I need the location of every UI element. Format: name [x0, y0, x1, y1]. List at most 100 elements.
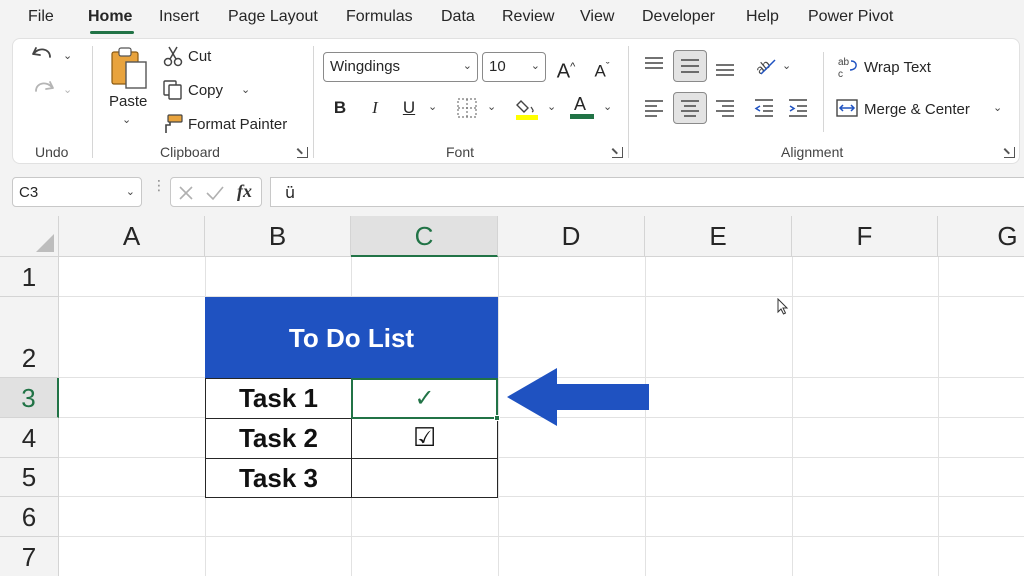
row-number: 7 [21, 542, 37, 572]
cell-c4[interactable]: ☑ [351, 418, 498, 459]
row-number: 6 [21, 502, 37, 532]
column-header-a[interactable]: A [59, 216, 205, 257]
column-header-g[interactable]: G [938, 216, 1024, 257]
tab-insert[interactable]: Insert [159, 8, 199, 26]
alignment-group-label: Alignment [781, 144, 844, 160]
cell-b4[interactable]: Task 2 [205, 418, 352, 459]
underline-dropdown-icon[interactable]: ⌄ [428, 100, 437, 113]
cell-b5[interactable]: Task 3 [205, 458, 352, 498]
cell-c3[interactable]: ✓ [351, 378, 498, 419]
decrease-font-size-button[interactable]: Aˇ [587, 52, 617, 82]
cell-c5[interactable] [351, 458, 498, 498]
orientation-icon[interactable]: ab [753, 54, 777, 78]
fill-handle[interactable] [494, 415, 500, 421]
enter-icon[interactable] [205, 184, 225, 202]
row-header-3[interactable]: 3 [0, 378, 59, 418]
paste-button-label[interactable]: Paste [109, 93, 147, 110]
cut-button-label[interactable]: Cut [188, 48, 211, 65]
increase-indent-icon[interactable] [787, 97, 809, 119]
align-bottom-icon[interactable] [714, 58, 736, 78]
row-header-4[interactable]: 4 [0, 418, 59, 458]
chevron-down-icon: ⌄ [125, 186, 135, 198]
tab-review[interactable]: Review [502, 8, 554, 26]
merge-center-icon[interactable] [836, 98, 858, 118]
font-size-value: 10 [489, 58, 506, 75]
underline-button[interactable]: U [394, 93, 424, 123]
tab-home[interactable]: Home [88, 8, 132, 26]
tab-help[interactable]: Help [746, 8, 779, 26]
row-header-2[interactable]: 2 [0, 297, 59, 378]
copy-icon[interactable] [162, 79, 184, 101]
merge-center-button[interactable]: Merge & Center [864, 101, 970, 118]
fill-color-dropdown-icon[interactable]: ⌄ [547, 100, 556, 113]
insert-function-icon[interactable]: fx [237, 181, 252, 202]
borders-icon[interactable] [456, 97, 478, 119]
copy-dropdown-icon[interactable]: ⌄ [241, 83, 250, 96]
chevron-down-icon: ⌄ [462, 60, 472, 72]
font-name-combo[interactable]: Wingdings ⌄ [323, 52, 478, 82]
column-header-e[interactable]: E [645, 216, 792, 257]
wrap-text-button[interactable]: Wrap Text [864, 59, 931, 76]
column-header-b[interactable]: B [205, 216, 351, 257]
align-middle-button[interactable] [673, 50, 707, 82]
tab-view[interactable]: View [580, 8, 614, 26]
formula-bar-grip-icon[interactable]: ⋮ [152, 178, 166, 192]
fill-color-icon[interactable] [515, 95, 539, 121]
menu-bar: File Home Insert Page Layout Formulas Da… [0, 0, 1024, 36]
name-box[interactable]: C3 ⌄ [12, 177, 142, 207]
italic-button[interactable]: I [360, 93, 390, 123]
align-right-icon[interactable] [714, 97, 736, 119]
align-left-icon[interactable] [643, 97, 665, 119]
alignment-launcher-icon[interactable] [1004, 147, 1015, 158]
font-color-icon[interactable]: A [570, 93, 594, 121]
paste-icon[interactable] [108, 44, 150, 90]
row-header-6[interactable]: 6 [0, 497, 59, 537]
tab-formulas[interactable]: Formulas [346, 8, 413, 26]
cut-icon[interactable] [163, 45, 183, 67]
merge-center-dropdown-icon[interactable]: ⌄ [993, 101, 1002, 114]
tab-power-pivot[interactable]: Power Pivot [808, 8, 893, 26]
undo-dropdown-icon[interactable]: ⌄ [63, 49, 72, 62]
align-center-button[interactable] [673, 92, 707, 124]
table-header-cell[interactable]: To Do List [205, 297, 498, 378]
copy-button-label[interactable]: Copy [188, 82, 223, 99]
column-header-d[interactable]: D [498, 216, 645, 257]
font-group-label: Font [446, 144, 475, 160]
gridline [59, 536, 1024, 537]
column-header-c[interactable]: C [351, 216, 498, 257]
decrease-indent-icon[interactable] [753, 97, 775, 119]
gridline [59, 496, 1024, 497]
font-size-combo[interactable]: 10 ⌄ [482, 52, 546, 82]
orientation-dropdown-icon[interactable]: ⌄ [782, 59, 791, 72]
bold-button[interactable]: B [325, 93, 355, 123]
pointer-arrow-icon [507, 368, 649, 426]
clipboard-group-label: Clipboard [160, 144, 220, 160]
tab-developer[interactable]: Developer [642, 8, 715, 26]
format-painter-icon[interactable] [162, 113, 184, 135]
tab-page-layout[interactable]: Page Layout [228, 8, 318, 26]
borders-dropdown-icon[interactable]: ⌄ [487, 100, 496, 113]
font-color-dropdown-icon[interactable]: ⌄ [603, 100, 612, 113]
select-all-button[interactable] [0, 216, 59, 257]
paste-dropdown-icon[interactable]: ⌄ [122, 113, 131, 126]
font-launcher-icon[interactable] [612, 147, 623, 158]
redo-dropdown-icon[interactable]: ⌄ [63, 83, 72, 96]
wrap-text-icon[interactable]: ab c [837, 55, 859, 79]
row-header-5[interactable]: 5 [0, 458, 59, 497]
increase-font-size-button[interactable]: A^ [551, 52, 581, 83]
align-top-icon[interactable] [643, 55, 665, 75]
row-header-7[interactable]: 7 [0, 537, 59, 576]
tab-data[interactable]: Data [441, 8, 475, 26]
undo-icon[interactable] [30, 44, 56, 66]
redo-icon[interactable] [30, 78, 56, 100]
clipboard-launcher-icon[interactable] [297, 147, 308, 158]
formula-input[interactable]: ü [270, 177, 1024, 207]
tab-file[interactable]: File [28, 8, 54, 26]
format-painter-label[interactable]: Format Painter [188, 116, 287, 133]
cell-b3[interactable]: Task 1 [205, 378, 352, 419]
font-color-swatch [570, 114, 594, 119]
row-header-1[interactable]: 1 [0, 257, 59, 297]
cancel-icon[interactable] [177, 184, 195, 202]
column-header-f[interactable]: F [792, 216, 938, 257]
group-divider [92, 46, 93, 158]
